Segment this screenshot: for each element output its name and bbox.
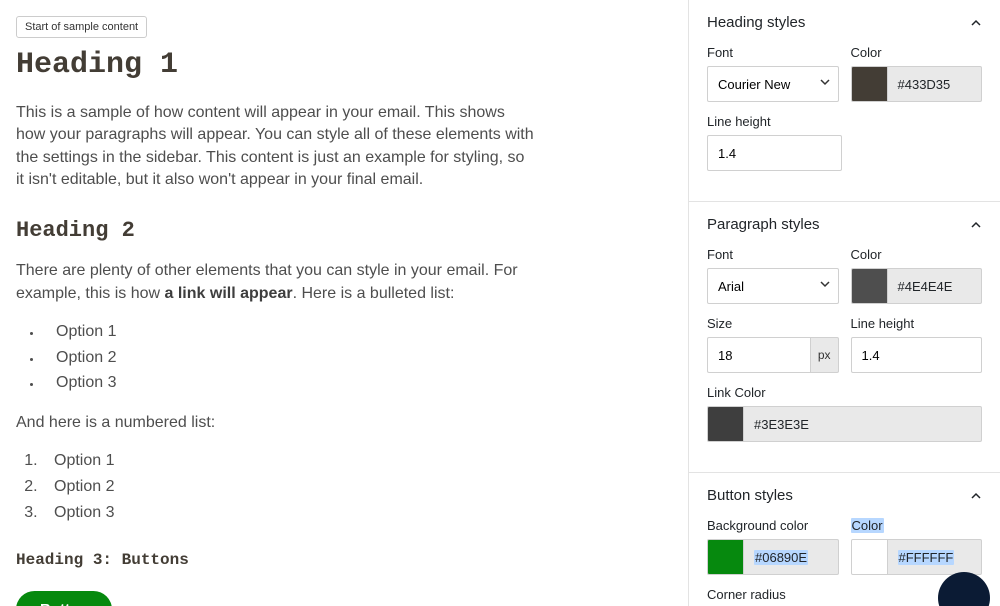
preview-pane: Start of sample content Heading 1 This i… (0, 0, 688, 606)
chevron-up-icon (970, 17, 982, 29)
size-unit: px (810, 337, 839, 373)
lineheight-label: Line height (707, 114, 842, 129)
size-label: Size (707, 316, 839, 331)
list-item: Option 1 (42, 319, 672, 345)
heading-2-sample: Heading 2 (16, 216, 672, 247)
color-code: #06890E (744, 540, 838, 574)
linkcolor-label: Link Color (707, 385, 982, 400)
section-title: Paragraph styles (707, 216, 820, 233)
numbered-list-sample: Option 1 Option 2 Option 3 (42, 448, 672, 525)
section-paragraph-styles: Paragraph styles Font Color #4E4E4E (689, 202, 1000, 473)
color-code: #4E4E4E (888, 269, 982, 303)
paragraph-lineheight-input[interactable] (851, 337, 983, 373)
chevron-up-icon (970, 490, 982, 502)
bg-color-label: Background color (707, 518, 839, 533)
button-bg-color-field[interactable]: #06890E (707, 539, 839, 575)
button-sample: Button (16, 591, 112, 606)
list-item: Option 2 (42, 345, 672, 371)
chevron-up-icon (970, 219, 982, 231)
heading-lineheight-input[interactable] (707, 135, 842, 171)
sample-start-tag: Start of sample content (16, 16, 147, 38)
paragraph-3-sample: And here is a numbered list: (16, 412, 536, 434)
heading-3-sample: Heading 3: Buttons (16, 549, 672, 571)
color-swatch (852, 67, 888, 101)
section-heading-styles: Heading styles Font Color #433D35 (689, 0, 1000, 202)
color-swatch (708, 540, 744, 574)
color-swatch (852, 269, 888, 303)
heading-1-sample: Heading 1 (16, 44, 672, 86)
paragraph-color-field[interactable]: #4E4E4E (851, 268, 983, 304)
color-swatch (852, 540, 888, 574)
color-code: #3E3E3E (744, 407, 981, 441)
color-swatch (708, 407, 744, 441)
heading-font-select[interactable] (707, 66, 839, 102)
section-toggle-heading-styles[interactable]: Heading styles (707, 14, 982, 31)
list-item: Option 3 (42, 500, 672, 526)
style-sidebar: Heading styles Font Color #433D35 (688, 0, 1000, 606)
color-code: #FFFFFF (888, 540, 982, 574)
font-label: Font (707, 45, 839, 60)
paragraph-font-select[interactable] (707, 268, 839, 304)
section-toggle-paragraph-styles[interactable]: Paragraph styles (707, 216, 982, 233)
link-sample: a link will appear (165, 285, 293, 302)
paragraph-1-sample: This is a sample of how content will app… (16, 102, 536, 192)
color-label: Color (851, 518, 983, 533)
list-item: Option 1 (42, 448, 672, 474)
heading-color-field[interactable]: #433D35 (851, 66, 983, 102)
lineheight-label: Line height (851, 316, 983, 331)
section-title: Heading styles (707, 14, 805, 31)
paragraph-2-after: . Here is a bulleted list: (293, 285, 455, 302)
button-text-color-field[interactable]: #FFFFFF (851, 539, 983, 575)
section-title: Button styles (707, 487, 793, 504)
bulleted-list-sample: Option 1 Option 2 Option 3 (42, 319, 672, 396)
list-item: Option 2 (42, 474, 672, 500)
list-item: Option 3 (42, 370, 672, 396)
color-label: Color (851, 45, 983, 60)
paragraph-2-sample: There are plenty of other elements that … (16, 260, 536, 305)
color-label: Color (851, 247, 983, 262)
paragraph-size-input[interactable] (707, 337, 810, 373)
font-label: Font (707, 247, 839, 262)
color-code: #433D35 (888, 67, 982, 101)
section-toggle-button-styles[interactable]: Button styles (707, 487, 982, 504)
paragraph-linkcolor-field[interactable]: #3E3E3E (707, 406, 982, 442)
